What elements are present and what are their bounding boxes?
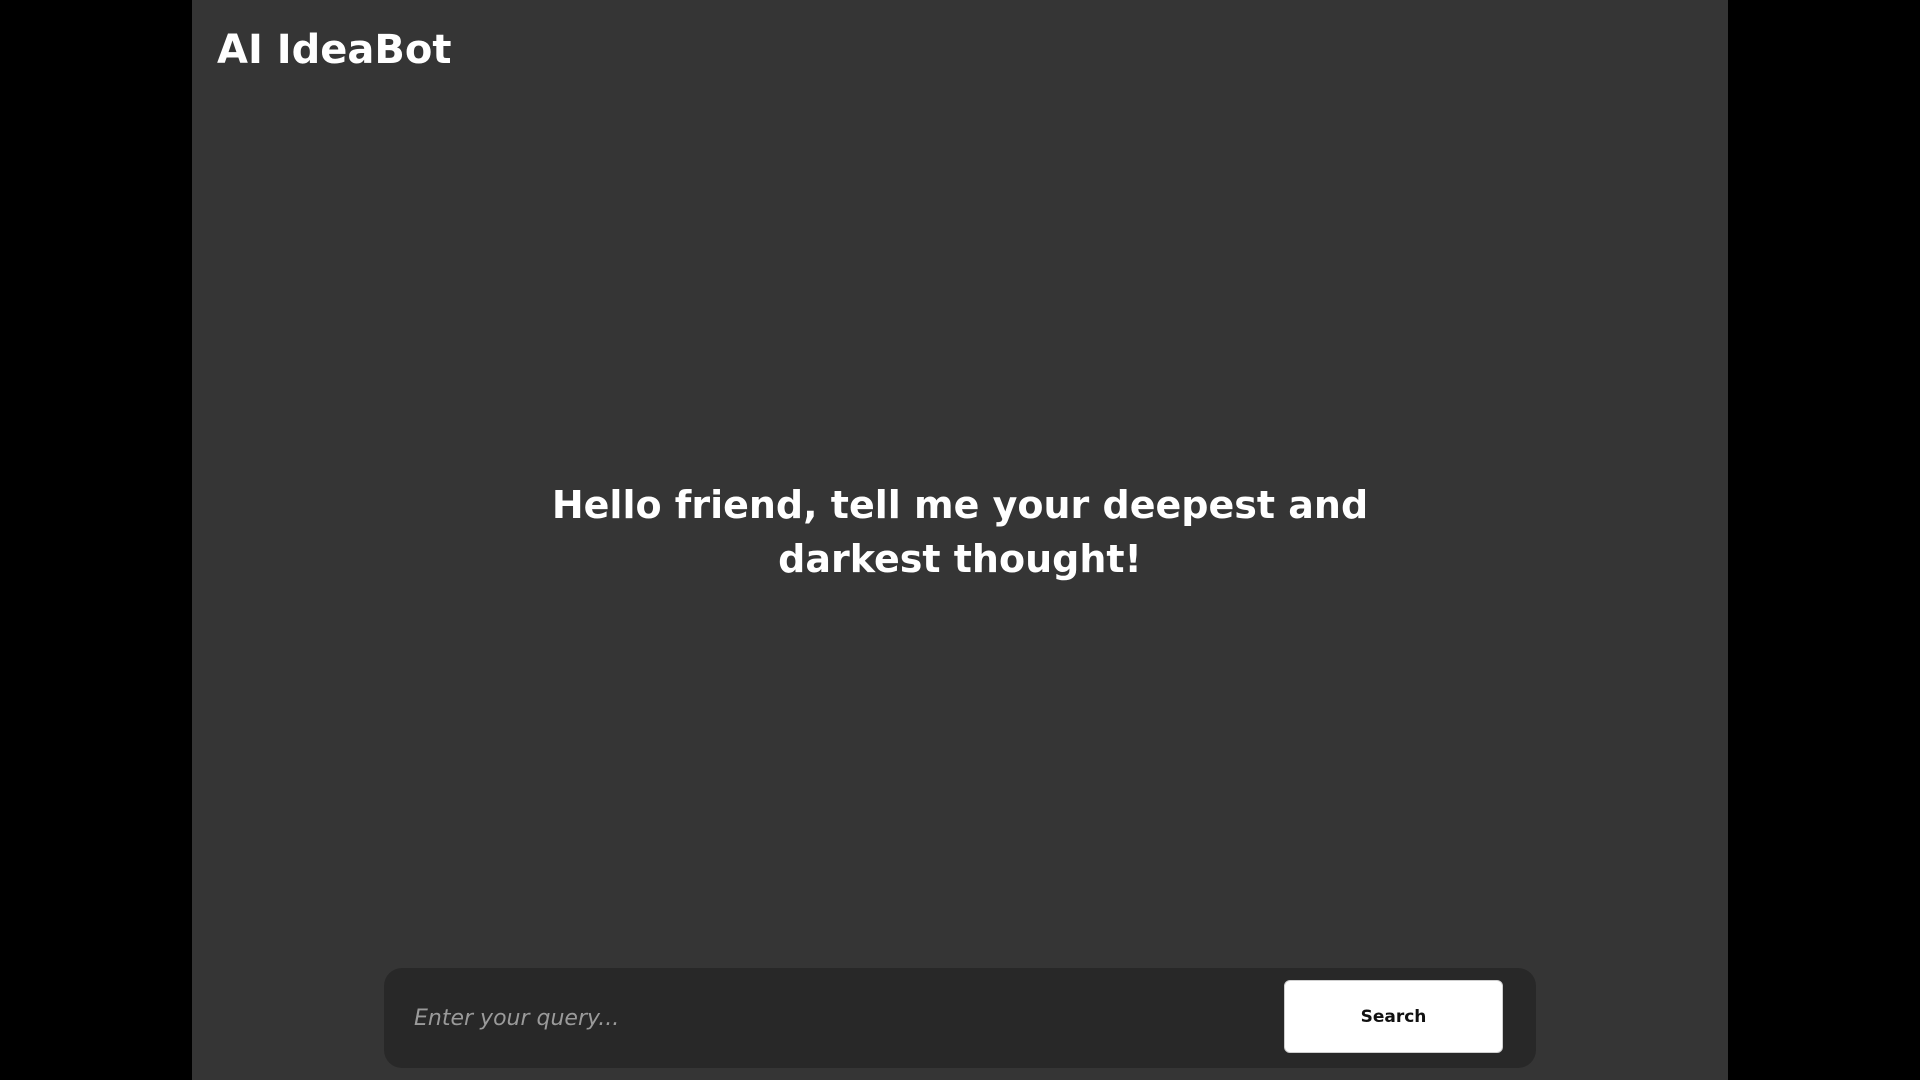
app-window: AI IdeaBot Hello friend, tell me your de… (192, 0, 1728, 1080)
search-button[interactable]: Search (1284, 980, 1503, 1053)
app-title: AI IdeaBot (217, 27, 452, 73)
query-input[interactable] (414, 993, 1254, 1043)
greeting-message: Hello friend, tell me your deepest and d… (551, 483, 1369, 581)
query-bar: Search (384, 968, 1536, 1068)
